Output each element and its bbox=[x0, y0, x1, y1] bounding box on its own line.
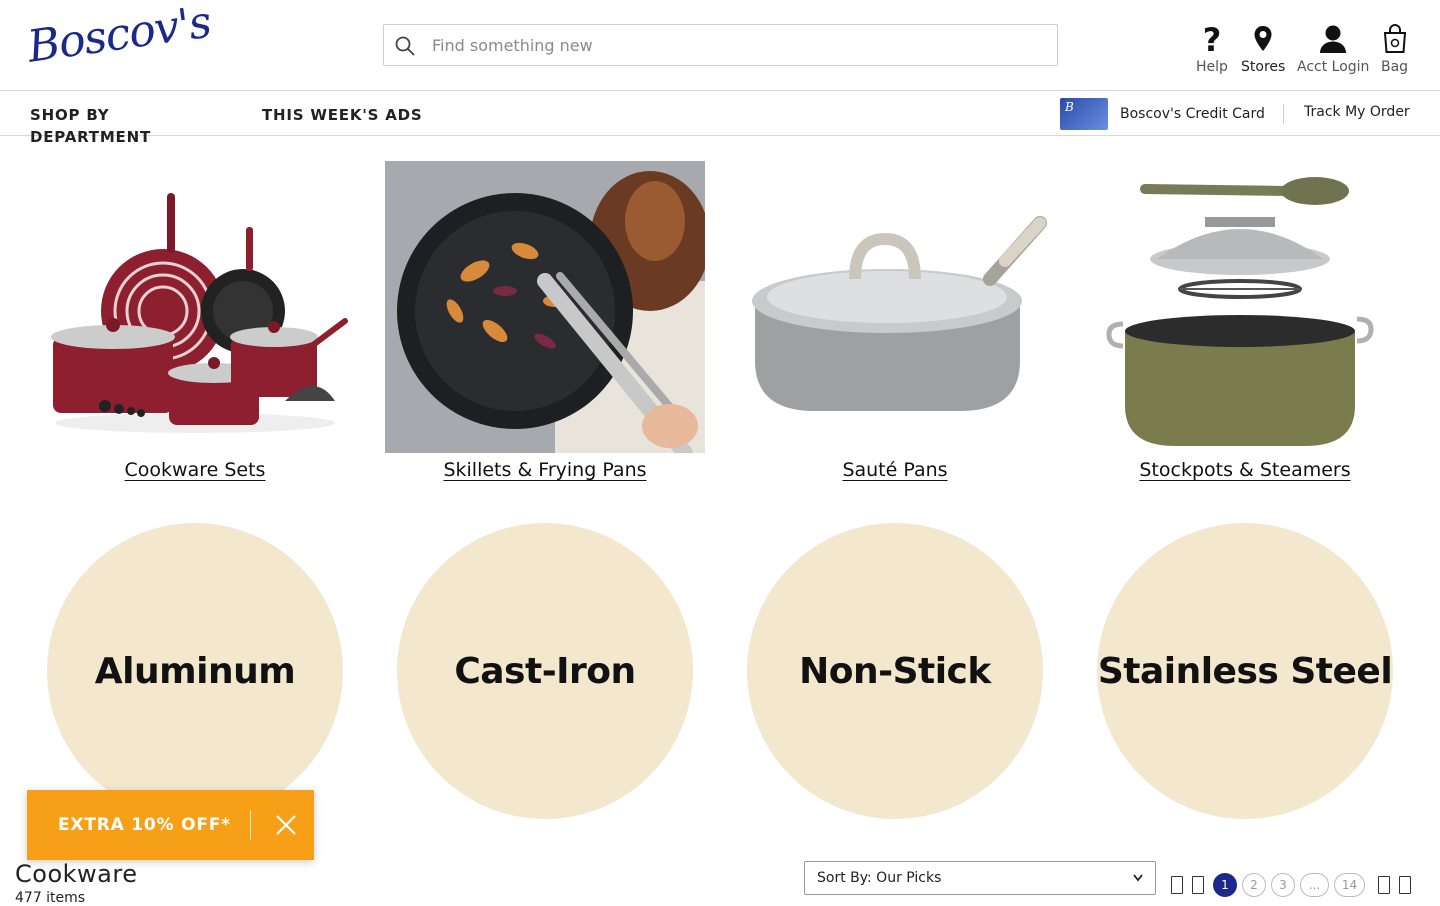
boscovs-logo[interactable]: Boscov's bbox=[24, 0, 213, 82]
stores-link[interactable]: Stores bbox=[1241, 22, 1285, 75]
category-label: Cookware Sets bbox=[124, 459, 266, 481]
stores-label: Stores bbox=[1241, 59, 1286, 75]
search-icon[interactable] bbox=[395, 36, 415, 56]
question-icon: ? bbox=[1201, 22, 1223, 56]
location-pin-icon bbox=[1253, 22, 1273, 56]
nav-shop-by-department[interactable]: SHOP BY DEPARTMENT bbox=[30, 104, 170, 148]
category-tile-cookware-sets[interactable]: Cookware Sets bbox=[35, 161, 355, 481]
credit-card-label: Boscov's Credit Card bbox=[1120, 106, 1265, 122]
item-count: 477 items bbox=[15, 890, 86, 906]
first-page-icon[interactable] bbox=[1171, 876, 1183, 894]
promo-label[interactable]: EXTRA 10% OFF* bbox=[58, 815, 231, 835]
logo-text: Boscov's bbox=[24, 0, 214, 73]
site-header: Boscov's ? Help Stores Acct Login Bag bbox=[0, 0, 1440, 91]
material-cast-iron[interactable]: Cast-Iron bbox=[397, 523, 693, 819]
promo-banner[interactable]: EXTRA 10% OFF* bbox=[27, 790, 314, 860]
user-icon bbox=[1319, 22, 1347, 56]
material-label: Cast-Iron bbox=[454, 650, 636, 692]
next-page-icon[interactable] bbox=[1378, 876, 1390, 894]
promo-divider bbox=[250, 810, 251, 840]
svg-text:?: ? bbox=[1203, 23, 1222, 55]
prev-page-icon[interactable] bbox=[1192, 876, 1204, 894]
category-label: Stockpots & Steamers bbox=[1139, 459, 1351, 481]
bag-link[interactable]: Bag bbox=[1381, 22, 1408, 75]
shopping-bag-icon bbox=[1382, 22, 1408, 56]
nav-divider bbox=[1283, 104, 1284, 124]
credit-card-link[interactable]: Boscov's Credit Card bbox=[1060, 98, 1265, 130]
page-button-3[interactable]: 3 bbox=[1271, 873, 1295, 897]
category-tile-skillets[interactable]: Skillets & Frying Pans bbox=[385, 161, 705, 481]
material-aluminum[interactable]: Aluminum bbox=[47, 523, 343, 819]
category-tile-stockpots[interactable]: Stockpots & Steamers bbox=[1085, 161, 1405, 481]
help-label: Help bbox=[1196, 59, 1228, 75]
page-button-14[interactable]: 14 bbox=[1334, 873, 1365, 897]
chevron-down-icon bbox=[1133, 874, 1143, 882]
search-input[interactable] bbox=[432, 25, 1032, 65]
category-label: Skillets & Frying Pans bbox=[443, 459, 647, 481]
account-login-label: Acct Login bbox=[1297, 59, 1370, 75]
saute-pans-image bbox=[735, 161, 1055, 453]
material-label: Non-Stick bbox=[799, 650, 991, 692]
page-title: Cookware bbox=[15, 860, 138, 888]
sort-select[interactable]: Sort By: Our Picks bbox=[804, 861, 1156, 895]
material-label: Aluminum bbox=[94, 650, 296, 692]
material-label: Stainless Steel bbox=[1097, 650, 1393, 692]
help-link[interactable]: ? Help bbox=[1196, 22, 1228, 75]
search-box[interactable] bbox=[383, 24, 1058, 66]
page-button-2[interactable]: 2 bbox=[1242, 873, 1266, 897]
material-stainless-steel[interactable]: Stainless Steel bbox=[1097, 523, 1393, 819]
main-nav: SHOP BY DEPARTMENT THIS WEEK'S ADS Bosco… bbox=[0, 91, 1440, 146]
account-login-link[interactable]: Acct Login bbox=[1297, 22, 1369, 75]
material-non-stick[interactable]: Non-Stick bbox=[747, 523, 1043, 819]
last-page-icon[interactable] bbox=[1399, 876, 1411, 894]
nav-this-weeks-ads[interactable]: THIS WEEK'S ADS bbox=[262, 104, 423, 126]
credit-card-image bbox=[1060, 98, 1108, 130]
skillets-image bbox=[385, 161, 705, 453]
bag-label: Bag bbox=[1381, 59, 1409, 75]
sort-label: Sort By: Our Picks bbox=[817, 870, 942, 886]
page-ellipsis: ... bbox=[1300, 873, 1329, 897]
close-icon[interactable] bbox=[275, 814, 297, 836]
category-label: Sauté Pans bbox=[842, 459, 948, 481]
stockpots-image bbox=[1085, 161, 1405, 453]
track-my-order-link[interactable]: Track My Order bbox=[1304, 104, 1410, 120]
category-tile-saute-pans[interactable]: Sauté Pans bbox=[735, 161, 1055, 481]
cookware-sets-image bbox=[35, 161, 355, 453]
page-button-1[interactable]: 1 bbox=[1213, 873, 1237, 897]
